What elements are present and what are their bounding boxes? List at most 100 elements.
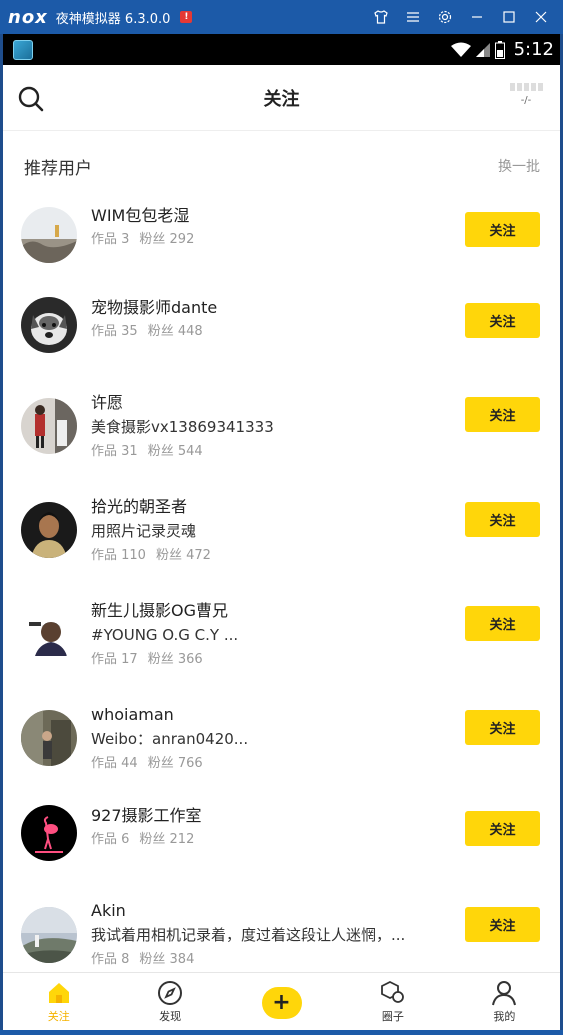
user-bio: #YOUNG O.G C.Y ...	[91, 626, 239, 644]
follow-button[interactable]: 关注	[465, 303, 540, 338]
user-bio: 我试着用相机记录着，度过着这段让人迷惘，...	[91, 926, 406, 944]
minimize-icon	[472, 16, 482, 18]
list-item[interactable]: 拾光的朝圣者 用照片记录灵魂 作品 110 粉丝 472 关注	[3, 490, 560, 594]
avatar[interactable]	[21, 710, 77, 766]
user-info: 927摄影工作室 作品 6 粉丝 212	[91, 805, 202, 850]
status-bar: 5:12	[3, 34, 560, 65]
list-item[interactable]: 许愿 美食摄影vx13869341333 作品 31 粉丝 544 关注	[3, 386, 560, 490]
maximize-icon	[503, 11, 515, 23]
fans-count: 粉丝 292	[139, 232, 195, 247]
gear-icon	[438, 10, 452, 24]
user-stats: 作品 35 粉丝 448	[91, 322, 217, 342]
works-count: 作品 3	[91, 232, 130, 247]
user-stats: 作品 44 粉丝 766	[91, 754, 248, 774]
user-info: 许愿 美食摄影vx13869341333 作品 31 粉丝 544	[91, 392, 274, 462]
emulator-controls	[365, 0, 557, 34]
list-item[interactable]: 新生儿摄影OG曹兄 #YOUNG O.G C.Y ... 作品 17 粉丝 366…	[3, 594, 560, 698]
app-notification-icon	[13, 39, 33, 60]
user-bio: Weibo：anran0420...	[91, 730, 249, 748]
tab-discover-label: 发现	[159, 1009, 182, 1023]
works-count: 作品 6	[91, 832, 130, 847]
close-button[interactable]	[525, 0, 557, 34]
list-item[interactable]: WIM包包老湿 作品 3 粉丝 292 关注	[3, 201, 560, 293]
maximize-button[interactable]	[493, 0, 525, 34]
user-name[interactable]: 拾光的朝圣者	[91, 496, 211, 518]
settings-button[interactable]	[429, 0, 461, 34]
section-title: 推荐用户	[24, 158, 92, 179]
list-item[interactable]: 927摄影工作室 作品 6 粉丝 212 关注	[3, 799, 560, 894]
cell-signal-icon	[475, 42, 490, 57]
minimize-button[interactable]	[461, 0, 493, 34]
wifi-icon	[450, 42, 471, 57]
works-count: 作品 110	[91, 548, 146, 563]
skin-button[interactable]	[365, 0, 397, 34]
search-button[interactable]	[17, 85, 45, 113]
signal-text: -/-	[520, 95, 532, 106]
user-info: 拾光的朝圣者 用照片记录灵魂 作品 110 粉丝 472	[91, 496, 211, 566]
follow-button[interactable]: 关注	[465, 606, 540, 641]
add-post-button[interactable]: +	[261, 986, 302, 1019]
alert-icon[interactable]: !	[180, 11, 193, 23]
refresh-button[interactable]: 换一批	[498, 156, 540, 176]
follow-button[interactable]: 关注	[465, 710, 540, 745]
home-icon	[48, 982, 69, 1003]
user-bio: 美食摄影vx13869341333	[91, 418, 274, 436]
tab-circle-label: 圈子	[381, 1009, 404, 1023]
avatar[interactable]	[21, 502, 77, 558]
user-name[interactable]: 许愿	[91, 392, 274, 414]
tab-follow[interactable]: 关注	[3, 973, 114, 1030]
emulator-bottom-border	[0, 1030, 563, 1035]
user-icon	[492, 980, 517, 1005]
works-count: 作品 17	[91, 652, 138, 667]
avatar[interactable]	[21, 805, 77, 861]
tab-discover[interactable]: 发现	[114, 973, 225, 1030]
fans-count: 粉丝 472	[155, 548, 211, 563]
menu-button[interactable]	[397, 0, 429, 34]
user-bio: 用照片记录灵魂	[91, 522, 197, 540]
avatar[interactable]	[21, 907, 77, 963]
user-stats: 作品 110 粉丝 472	[91, 546, 211, 566]
tab-follow-label: 关注	[47, 1009, 70, 1023]
follow-button[interactable]: 关注	[465, 907, 540, 942]
user-info: 宠物摄影师dante 作品 35 粉丝 448	[91, 297, 217, 342]
fans-count: 粉丝 544	[147, 444, 203, 459]
signal-bars-icon	[508, 83, 544, 91]
user-name[interactable]: Akin	[91, 900, 405, 922]
works-count: 作品 44	[91, 756, 138, 771]
search-icon	[18, 86, 44, 112]
phone-screen: 5:12 关注 -/- 推荐用户 换一批 WIM包包老湿 作品 3 粉丝 292 …	[3, 34, 560, 1030]
works-count: 作品 35	[91, 324, 138, 339]
user-info: Akin 我试着用相机记录着，度过着这段让人迷惘，... 作品 8 粉丝 384	[91, 900, 405, 970]
avatar[interactable]	[21, 606, 77, 662]
user-name[interactable]: 新生儿摄影OG曹兄	[91, 600, 238, 622]
follow-button[interactable]: 关注	[465, 397, 540, 432]
avatar[interactable]	[21, 207, 77, 263]
user-name[interactable]: 宠物摄影师dante	[91, 297, 217, 319]
user-name[interactable]: WIM包包老湿	[91, 205, 194, 227]
tab-me[interactable]: 我的	[449, 973, 560, 1030]
user-stats: 作品 31 粉丝 544	[91, 442, 274, 462]
hexagon-icon	[381, 980, 404, 1003]
tab-add[interactable]: +	[226, 973, 337, 1030]
user-info: WIM包包老湿 作品 3 粉丝 292	[91, 205, 194, 250]
status-time: 5:12	[513, 39, 554, 60]
tab-circle[interactable]: 圈子	[337, 973, 448, 1030]
recommended-user-list: WIM包包老湿 作品 3 粉丝 292 关注 宠物摄影师dante 作品 35 粉丝…	[3, 201, 560, 997]
follow-button[interactable]: 关注	[465, 502, 540, 537]
fans-count: 粉丝 766	[147, 756, 203, 771]
follow-button[interactable]: 关注	[465, 811, 540, 846]
user-name[interactable]: whoiaman	[91, 704, 248, 726]
list-item[interactable]: whoiaman Weibo：anran0420... 作品 44 粉丝 766 …	[3, 698, 560, 799]
fans-count: 粉丝 384	[139, 952, 195, 967]
list-item[interactable]: 宠物摄影师dante 作品 35 粉丝 448 关注	[3, 293, 560, 386]
user-info: whoiaman Weibo：anran0420... 作品 44 粉丝 766	[91, 704, 248, 774]
avatar[interactable]	[21, 398, 77, 454]
section-header: 推荐用户 换一批	[3, 131, 560, 201]
follow-button[interactable]: 关注	[465, 212, 540, 247]
compass-icon	[158, 980, 183, 1005]
avatar[interactable]	[21, 297, 77, 353]
status-icons: 5:12	[450, 34, 554, 65]
close-icon	[535, 11, 547, 23]
user-name[interactable]: 927摄影工作室	[91, 805, 202, 827]
user-info: 新生儿摄影OG曹兄 #YOUNG O.G C.Y ... 作品 17 粉丝 366	[91, 600, 238, 670]
